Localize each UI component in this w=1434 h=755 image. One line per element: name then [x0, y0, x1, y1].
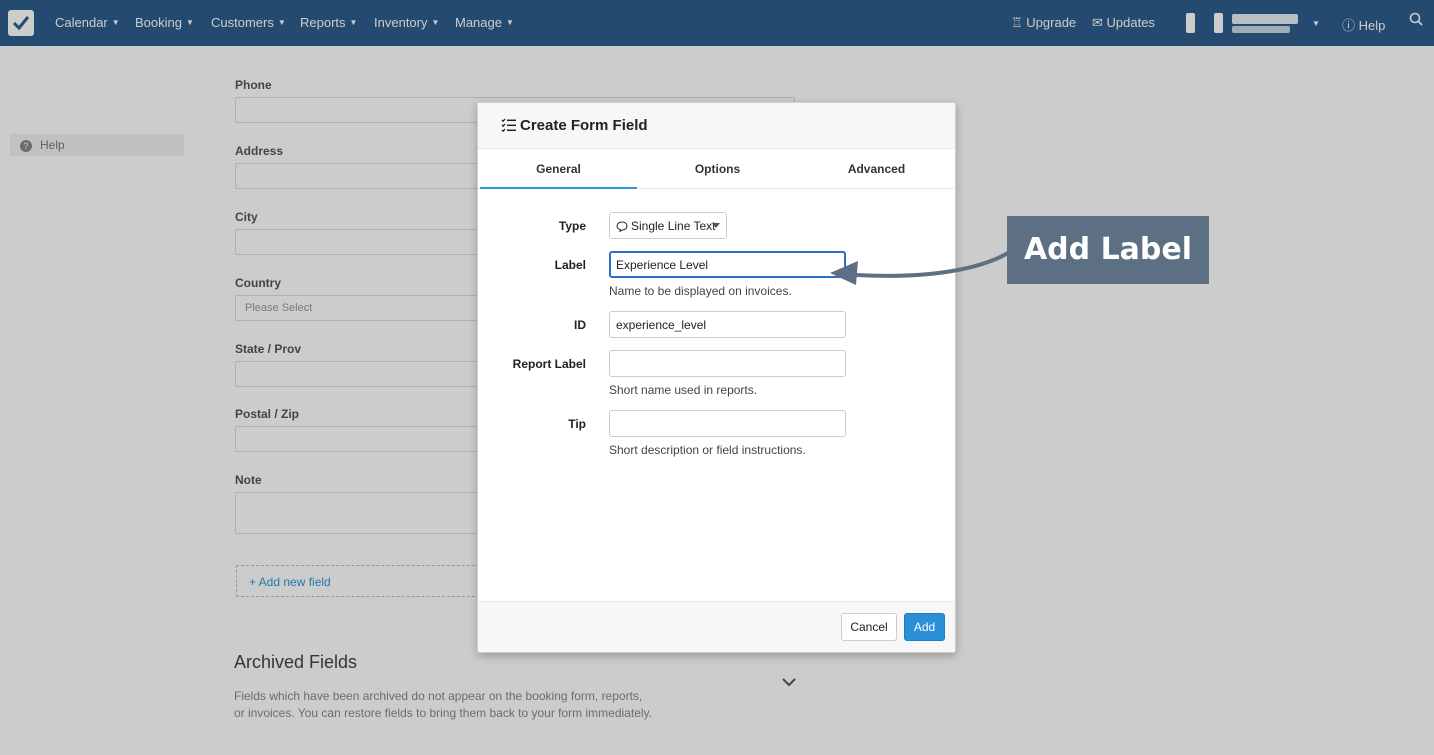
- tab-general-label: General: [536, 162, 581, 176]
- add-label-callout: Add Label: [1007, 216, 1209, 284]
- label-input[interactable]: [609, 251, 846, 278]
- tab-options[interactable]: Options: [639, 149, 796, 189]
- tip-help-text: Short description or field instructions.: [609, 443, 806, 457]
- modal-title: Create Form Field: [520, 117, 648, 134]
- modal-header: Create Form Field: [478, 103, 955, 149]
- list-icon: [501, 118, 516, 137]
- report-label-label: Report Label: [512, 357, 586, 371]
- id-input[interactable]: [609, 311, 846, 338]
- caret-down-icon: [712, 223, 720, 228]
- tab-advanced-label: Advanced: [847, 162, 906, 176]
- type-label: Type: [558, 219, 586, 233]
- label-label: Label: [554, 258, 586, 272]
- tip-input[interactable]: [609, 410, 846, 437]
- tab-general[interactable]: General: [480, 149, 637, 189]
- tab-advanced[interactable]: Advanced: [798, 149, 955, 189]
- type-dropdown[interactable]: Single Line Text: [609, 212, 727, 239]
- add-button[interactable]: Add: [904, 613, 945, 641]
- speech-bubble-icon: [616, 221, 628, 235]
- type-value: Single Line Text: [631, 219, 716, 233]
- tab-options-label: Options: [694, 162, 741, 176]
- label-help-text: Name to be displayed on invoices.: [609, 284, 792, 298]
- modal-footer: Cancel Add: [478, 601, 955, 652]
- report-label-input[interactable]: [609, 350, 846, 377]
- tip-label: Tip: [568, 417, 586, 431]
- report-label-help-text: Short name used in reports.: [609, 383, 758, 397]
- modal-tabs: General Options Advanced: [478, 149, 955, 189]
- cancel-button[interactable]: Cancel: [841, 613, 897, 641]
- create-form-field-modal: Create Form Field General Options Advanc…: [477, 102, 956, 653]
- id-label: ID: [574, 318, 586, 332]
- callout-arrow-icon: [830, 251, 1009, 285]
